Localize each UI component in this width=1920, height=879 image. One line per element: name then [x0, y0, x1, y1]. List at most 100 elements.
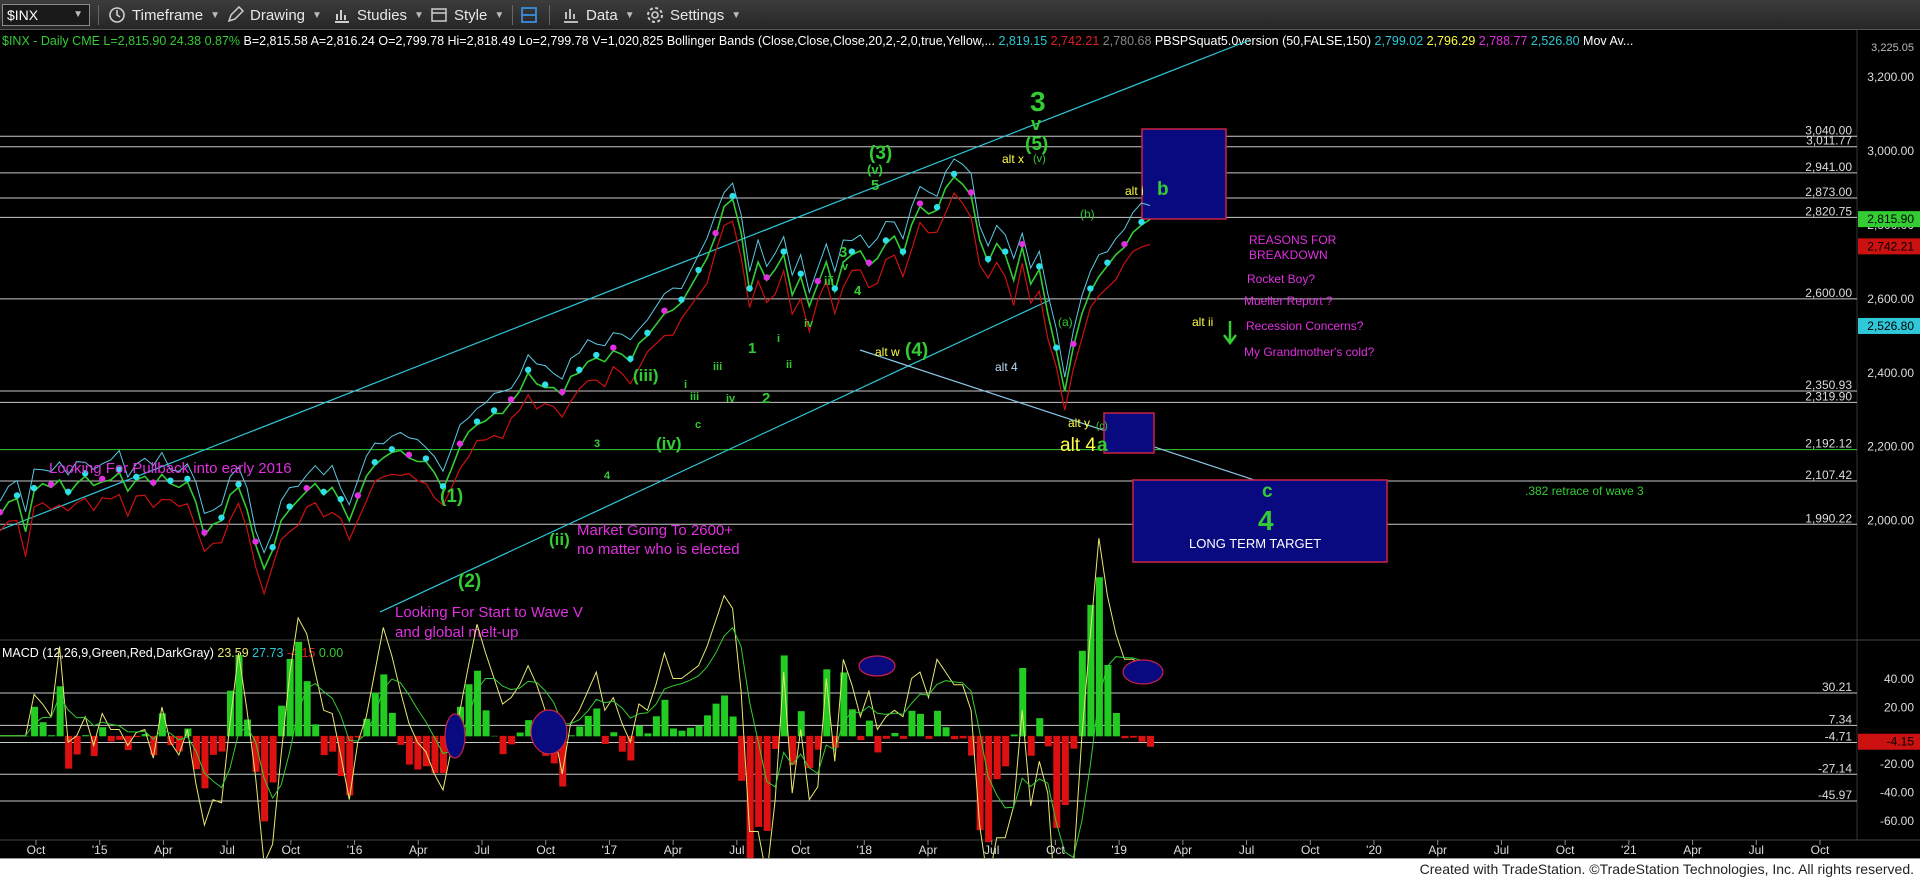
- macd-axis-tick: 40.00: [1884, 672, 1914, 686]
- drawing-menu[interactable]: Drawing ▼: [226, 4, 322, 26]
- time-axis-label: Oct: [1301, 843, 1320, 857]
- macd-histogram-bar: [908, 710, 916, 737]
- macd-axis-tick: -20.00: [1880, 757, 1914, 771]
- time-axis-label: Apr: [664, 843, 683, 857]
- price-dot: [13, 492, 21, 499]
- price-tag: 2,815.90: [1867, 212, 1914, 226]
- macd-histogram-bar: [661, 699, 669, 737]
- level-label: 2,192.12: [1805, 437, 1852, 451]
- macd-current-tag: -4.15: [1887, 735, 1915, 749]
- time-axis-label: Apr: [1174, 843, 1193, 857]
- wave-a-paren-label: (a): [1058, 315, 1073, 329]
- symbol-selector[interactable]: $INX ▼: [2, 4, 90, 26]
- price-dot: [456, 440, 464, 447]
- macd-histogram-bar: [942, 727, 950, 737]
- wave-1-label: 1: [748, 340, 756, 357]
- layout-button[interactable]: [520, 4, 544, 26]
- price-dot: [1053, 344, 1060, 351]
- retrace-note: .382 retrace of wave 3: [1525, 484, 1644, 498]
- price-dot: [252, 538, 259, 545]
- reasons-title-line-1: REASONS FOR: [1249, 233, 1337, 247]
- time-axis-label: Apr: [1428, 843, 1447, 857]
- minor-4-label: 4: [604, 470, 611, 482]
- timeframe-menu[interactable]: Timeframe ▼: [108, 4, 220, 26]
- price-dot: [473, 418, 481, 425]
- macd-histogram-bar: [380, 674, 388, 737]
- header-field: 2,788.77: [1475, 34, 1527, 48]
- studies-menu[interactable]: Studies ▼: [333, 4, 424, 26]
- chevron-down-icon: ▼: [414, 9, 424, 21]
- style-menu[interactable]: Style ▼: [430, 4, 504, 26]
- macd-histogram-bar: [959, 735, 967, 739]
- wave-b-paren-label: (b): [1080, 207, 1095, 221]
- alt-4-small-label: alt 4: [995, 360, 1018, 374]
- header-field: V=1,020,825: [589, 34, 664, 48]
- macd-histogram-bar: [82, 735, 90, 737]
- drawing-label: Drawing: [250, 6, 306, 24]
- pullback-note: Looking For Pullback into early 2016: [49, 460, 292, 477]
- macd-histogram-bar: [755, 735, 763, 827]
- price-chart[interactable]: $INX - Daily CME L=2,815.90 24.38 0.87% …: [0, 30, 1920, 858]
- time-axis-label: '17: [602, 843, 618, 857]
- price-axis-tick: 2,000.00: [1867, 514, 1914, 528]
- wave-a-big-label: a: [1097, 435, 1108, 456]
- macd-histogram-bar: [388, 712, 396, 737]
- wave-iv-2-label: iv: [726, 393, 736, 405]
- price-dot: [320, 488, 327, 495]
- chevron-down-icon: ▼: [624, 9, 635, 21]
- macd-histogram-bar: [99, 727, 107, 737]
- price-dot: [201, 529, 208, 536]
- reasons-title-line-2: BREAKDOWN: [1249, 248, 1328, 262]
- price-dot: [388, 446, 396, 453]
- macd-histogram-bar: [857, 735, 865, 741]
- price-dot: [1087, 285, 1094, 292]
- level-label: 3,011.77: [1806, 134, 1852, 148]
- time-axis-label: '21: [1621, 843, 1637, 857]
- macd-histogram-bar: [431, 735, 439, 773]
- price-dot: [712, 229, 719, 237]
- data-menu[interactable]: Data ▼: [562, 4, 635, 26]
- chart-toolbar: $INX ▼ Timeframe ▼ Drawing ▼ Studies ▼ Style…: [0, 0, 1920, 30]
- macd-histogram-bar: [499, 735, 507, 755]
- macd-header-field: 23.59: [214, 646, 249, 660]
- macd-histogram-bar: [704, 715, 712, 737]
- price-axis-tick: 2,400.00: [1867, 366, 1914, 380]
- macd-histogram-bar: [1147, 735, 1154, 747]
- price-dot: [218, 514, 225, 521]
- price-dot: [167, 477, 174, 484]
- time-axis-label: Oct: [27, 843, 46, 857]
- wave-2-paren-label: (2): [458, 571, 481, 592]
- price-dot: [1104, 259, 1111, 266]
- wave-c-label: c: [1262, 481, 1273, 502]
- data-icon: [564, 9, 578, 23]
- header-field: Lo=2,799.78: [515, 34, 588, 48]
- toolbar-divider: [549, 5, 550, 25]
- market-note-line-2: no matter who is elected: [577, 541, 740, 558]
- macd-histogram-bar: [1061, 735, 1069, 806]
- chevron-down-icon: ▼: [210, 9, 221, 21]
- macd-axis-tick: 20.00: [1884, 701, 1914, 715]
- macd-histogram-bar: [917, 713, 924, 737]
- minor-3-label: 3: [594, 438, 600, 450]
- time-axis-label: Jul: [474, 843, 489, 857]
- macd-histogram-bar: [1044, 735, 1052, 747]
- price-dot: [644, 329, 651, 337]
- wave-v-paren-label: (v): [1033, 153, 1046, 165]
- macd-histogram-bar: [48, 735, 56, 737]
- macd-histogram-bar: [1070, 735, 1078, 749]
- settings-label: Settings: [670, 6, 725, 24]
- macd-histogram-bar: [312, 724, 320, 737]
- price-dot: [371, 459, 379, 466]
- wave-a-box: [1103, 412, 1155, 454]
- header-field: B=2,815.58: [240, 34, 308, 48]
- wave-4-small-label: 4: [854, 283, 862, 298]
- macd-circle-4: [1122, 659, 1164, 685]
- macd-histogram-bar: [1078, 650, 1086, 737]
- level-label: 2,820.75: [1805, 204, 1852, 218]
- macd-histogram-bar: [482, 710, 490, 737]
- alt-y-label: alt y: [1068, 416, 1090, 430]
- macd-histogram-bar: [601, 735, 609, 744]
- settings-menu[interactable]: Settings ▼: [646, 4, 741, 26]
- time-axis-label: Oct: [791, 843, 810, 857]
- macd-histogram-bar: [209, 735, 217, 755]
